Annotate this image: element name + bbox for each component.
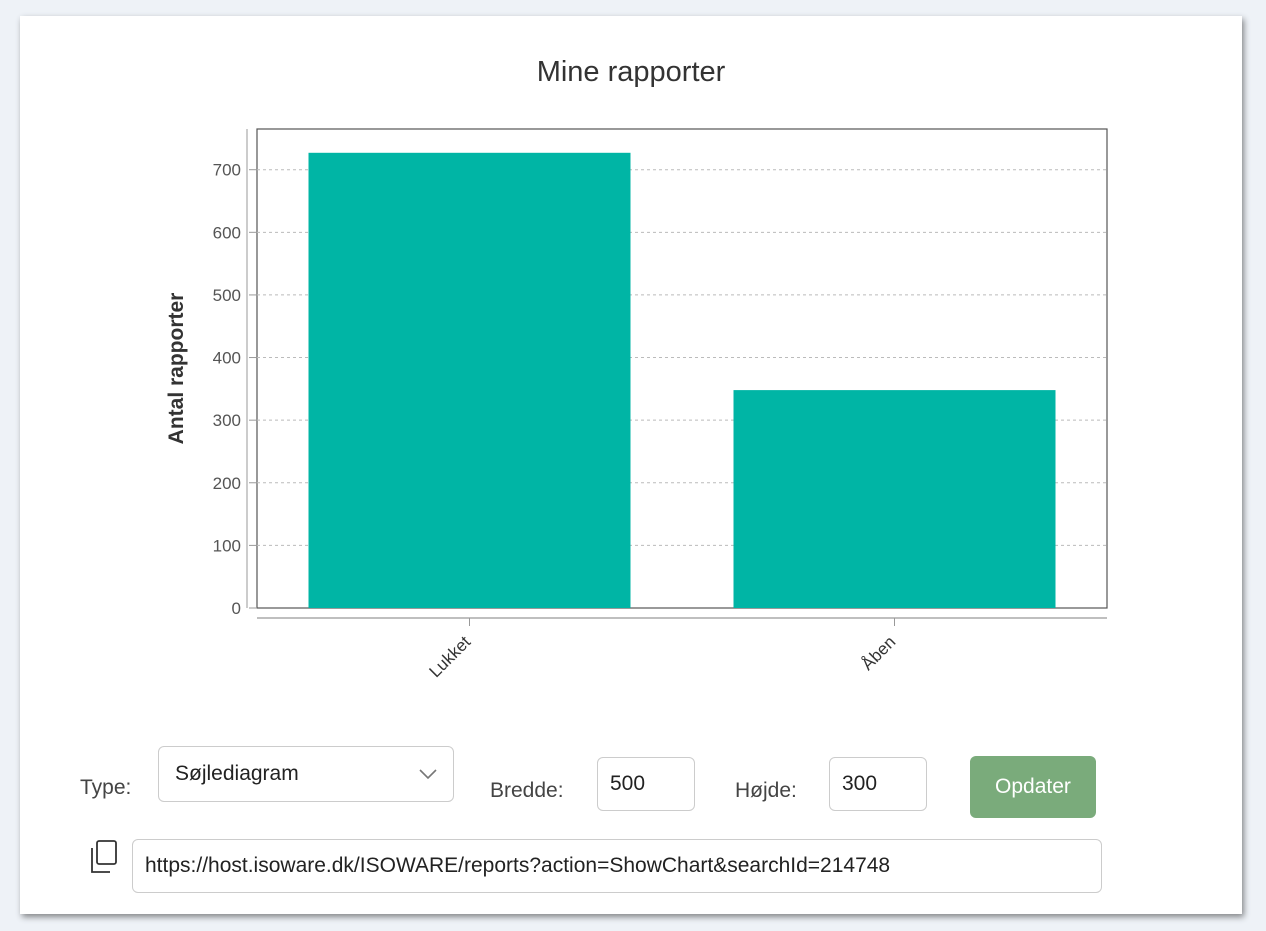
chart-type-value: Søjlediagram (175, 762, 299, 785)
y-tick-label: 200 (213, 474, 241, 493)
x-tick-label: Åben (858, 632, 900, 674)
bar (733, 390, 1056, 608)
y-axis-label: Antal rapporter (165, 293, 188, 445)
chart-url-input[interactable] (132, 839, 1102, 893)
copy-icon[interactable] (88, 838, 122, 876)
y-tick-label: 0 (232, 599, 241, 618)
type-label: Type: (80, 776, 132, 799)
y-tick-label: 400 (213, 349, 241, 368)
bar (308, 152, 631, 608)
width-label: Bredde: (490, 779, 564, 802)
chart-url-row (20, 836, 1242, 896)
y-tick-label: 600 (213, 223, 241, 242)
width-input[interactable] (597, 757, 695, 811)
y-tick-label: 100 (213, 536, 241, 555)
y-tick-label: 700 (213, 161, 241, 180)
x-tick-label: Lukket (425, 632, 474, 681)
height-label: Højde: (735, 779, 797, 802)
y-tick-label: 300 (213, 411, 241, 430)
update-button[interactable]: Opdater (970, 756, 1096, 818)
chevron-down-icon (419, 769, 437, 780)
chart-type-select[interactable]: Søjlediagram (158, 746, 454, 802)
chart-panel: Mine rapporter 0 100 200 300 400 500 600 700 Luk… (20, 16, 1242, 914)
height-input[interactable] (829, 757, 927, 811)
y-tick-label: 500 (213, 286, 241, 305)
bar-chart: 0 100 200 300 400 500 600 700 Lukket Åben Antal ra… (165, 128, 1108, 681)
chart-controls: Type: Søjlediagram Bredde: Højde: Opdate… (20, 746, 1242, 818)
